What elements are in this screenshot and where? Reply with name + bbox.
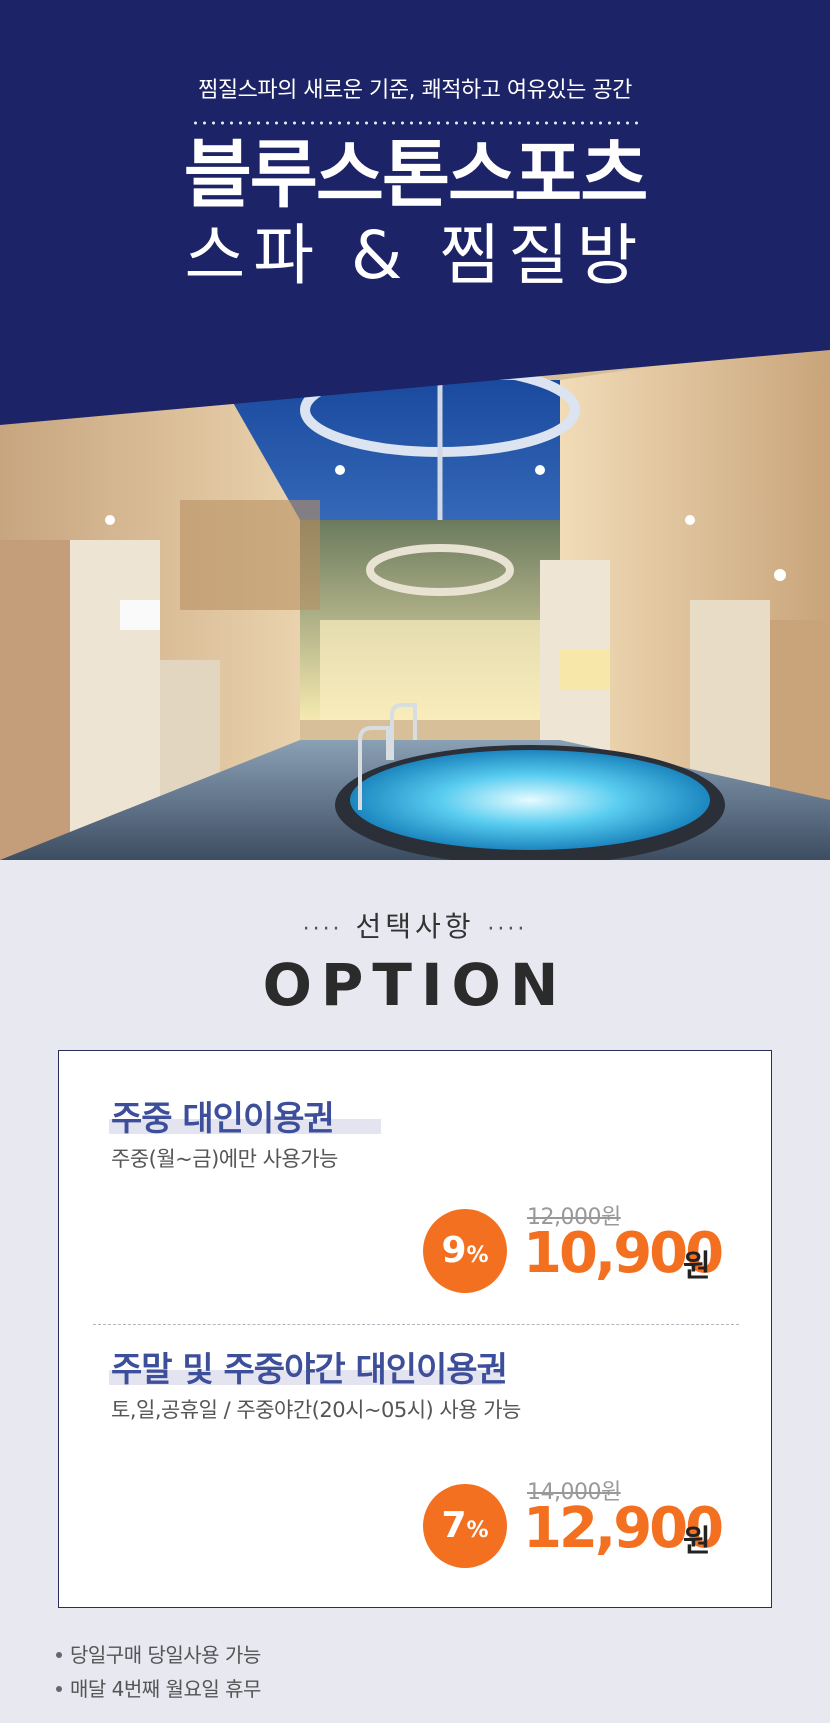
note-item: 당일구매 당일사용 가능 bbox=[56, 1638, 261, 1672]
option-title: 주중 대인이용권 bbox=[111, 1099, 335, 1139]
dotted-divider bbox=[191, 121, 641, 125]
note-text: 당일구매 당일사용 가능 bbox=[70, 1643, 261, 1667]
option-divider bbox=[93, 1324, 739, 1325]
hero-banner: 찜질스파의 새로운 기준, 쾌적하고 여유있는 공간 블루스톤스포츠 스파 & … bbox=[0, 0, 830, 860]
hero-tagline: 찜질스파의 새로운 기준, 쾌적하고 여유있는 공간 bbox=[198, 78, 632, 103]
discount-badge: 9% bbox=[423, 1209, 507, 1293]
options-card: 주중 대인이용권 주중(월~금)에만 사용가능 9% 12,000원 10,90… bbox=[58, 1050, 772, 1608]
bullet-icon bbox=[56, 1686, 62, 1692]
option-description: 토,일,공휴일 / 주중야간(20시~05시) 사용 가능 bbox=[111, 1398, 521, 1422]
option-description: 주중(월~금)에만 사용가능 bbox=[111, 1147, 338, 1171]
option-section-header: ···· 선택사항 ···· OPTION bbox=[0, 905, 830, 1019]
bullet-icon bbox=[56, 1652, 62, 1658]
discount-value: 7 bbox=[441, 1505, 467, 1546]
dots-right: ···· bbox=[487, 917, 528, 942]
discount-badge: 7% bbox=[423, 1484, 507, 1568]
discount-percent: % bbox=[466, 1518, 489, 1543]
note-item: 매달 4번째 월요일 휴무 bbox=[56, 1672, 261, 1706]
discount-value: 9 bbox=[441, 1230, 467, 1271]
navy-overlay bbox=[0, 0, 830, 425]
discount-percent: % bbox=[466, 1243, 489, 1268]
brand-subtitle: 스파 & 찜질방 bbox=[184, 217, 646, 294]
section-subtitle: ···· 선택사항 ···· bbox=[0, 905, 830, 945]
brand-name: 블루스톤스포츠 bbox=[183, 132, 649, 218]
section-subtitle-text: 선택사항 bbox=[355, 910, 475, 943]
option-title: 주말 및 주중야간 대인이용권 bbox=[111, 1350, 508, 1390]
notes-list: 당일구매 당일사용 가능 매달 4번째 월요일 휴무 bbox=[56, 1638, 261, 1706]
price-unit: 원 bbox=[683, 1249, 711, 1284]
price-unit: 원 bbox=[683, 1524, 711, 1559]
dots-left: ···· bbox=[302, 917, 343, 942]
note-text: 매달 4번째 월요일 휴무 bbox=[70, 1677, 261, 1701]
section-title: OPTION bbox=[262, 951, 568, 1019]
